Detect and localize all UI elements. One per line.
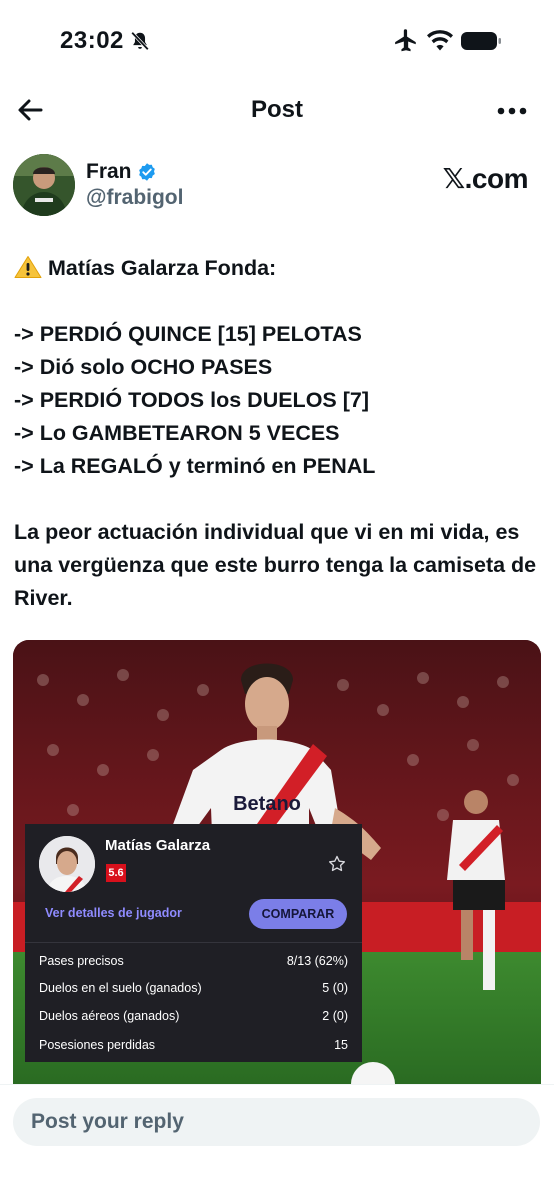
stat-label: Posesiones perdidas — [39, 1038, 156, 1052]
reply-input[interactable]: Post your reply — [13, 1098, 540, 1146]
author-name[interactable]: Fran — [86, 160, 132, 184]
post-heading-text: Matías Galarza Fonda: — [48, 256, 277, 280]
verified-badge-icon — [139, 163, 155, 181]
stat-label: Duelos aéreos (ganados) — [39, 1009, 180, 1023]
post-closing: La peor actuación individual que vi en m… — [14, 520, 537, 610]
post-line: -> PERDIÓ QUINCE [15] PELOTAS — [14, 322, 362, 346]
more-options-icon[interactable] — [494, 96, 530, 126]
post-image[interactable]: Betano Matías Galarza 5.6 Ver detalles d… — [13, 640, 541, 1084]
post-text: Matías Galarza Fonda: -> PERDIÓ QUINCE [… — [14, 252, 544, 615]
author-handle[interactable]: @frabigol — [86, 186, 183, 210]
star-favorite-icon[interactable] — [327, 854, 347, 874]
stat-label: Pases precisos — [39, 954, 124, 968]
status-time: 23:02 — [60, 27, 124, 54]
battery-icon — [461, 32, 501, 50]
avatar[interactable] — [13, 154, 75, 216]
stat-value: 5 (0) — [322, 981, 348, 995]
player-photo-image — [39, 836, 95, 892]
page-title: Post — [250, 96, 303, 123]
stat-row: Duelos aéreos (ganados) 2 (0) — [39, 1009, 348, 1035]
post-line: -> Dió solo OCHO PASES — [14, 355, 273, 379]
rating-badge: 5.6 — [106, 864, 126, 882]
post-author: Fran @frabigol 𝕏.com — [0, 150, 554, 220]
airplane-icon — [395, 29, 416, 52]
player-details-link[interactable]: Ver detalles de jugador — [45, 906, 182, 920]
divider — [25, 942, 362, 943]
stat-value: 15 — [334, 1038, 348, 1052]
source-watermark: 𝕏.com — [442, 163, 529, 194]
player-name: Matías Galarza — [105, 837, 211, 854]
post-line: -> Lo GAMBETEARON 5 VECES — [14, 421, 340, 445]
stat-row: Pases precisos 8/13 (62%) — [39, 954, 348, 980]
player-photo — [39, 836, 95, 892]
reply-placeholder: Post your reply — [31, 1110, 184, 1133]
post-line: -> La REGALÓ y terminó en PENAL — [14, 454, 376, 478]
avatar-image — [13, 154, 75, 216]
stat-value: 8/13 (62%) — [286, 954, 348, 968]
stat-value: 2 (0) — [322, 1009, 348, 1023]
stat-row: Posesiones perdidas 15 — [39, 1038, 348, 1064]
post-heading: Matías Galarza Fonda: — [14, 252, 544, 285]
compare-button[interactable]: COMPARAR — [249, 899, 347, 929]
player-stats-card: Matías Galarza 5.6 Ver detalles de jugad… — [25, 824, 362, 1062]
warning-icon — [14, 256, 42, 278]
status-bar: 23:02 — [0, 0, 554, 80]
post-line: -> PERDIÓ TODOS los DUELOS [7] — [14, 388, 370, 412]
wifi-icon — [427, 30, 453, 51]
stat-row: Duelos en el suelo (ganados) 5 (0) — [39, 981, 348, 1007]
reply-bar: Post your reply — [0, 1084, 554, 1201]
nav-bar: Post — [0, 80, 554, 142]
shirt-sponsor: Betano — [233, 793, 301, 815]
bell-off-icon — [131, 31, 149, 51]
stat-label: Duelos en el suelo (ganados) — [39, 981, 202, 995]
